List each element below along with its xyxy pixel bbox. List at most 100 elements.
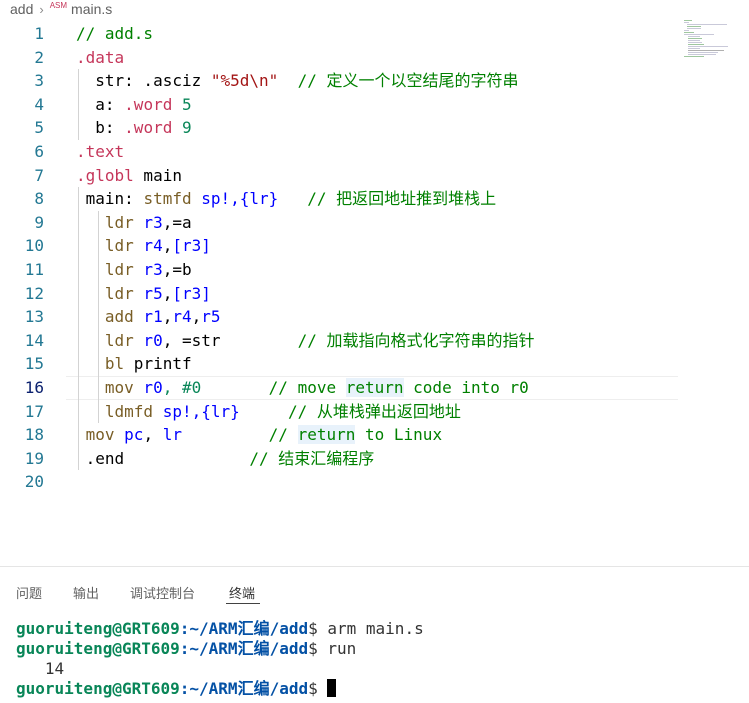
terminal-line: guoruiteng@GRT609:~/ARM汇编/add$	[16, 679, 424, 699]
minimap-line	[687, 28, 701, 29]
line-number: 1	[34, 24, 44, 43]
line-number: 16	[24, 378, 44, 397]
code-token: r5	[133, 283, 163, 303]
code-token: ,	[191, 307, 202, 327]
minimap-line	[688, 40, 700, 41]
code-editor[interactable]: 1 // add.s 2 .data 3 str: .asciz "%5d\n" // …	[0, 20, 749, 500]
code-token: 5	[172, 94, 192, 114]
code-token: ,	[143, 425, 163, 445]
tab-terminal[interactable]: 终端	[229, 583, 255, 602]
tab-problems[interactable]: 问题	[16, 583, 42, 602]
code-text: mov r0, #0 // move return code into r0	[76, 376, 529, 400]
code-text: b: .word 9	[76, 116, 192, 140]
terminal-output: 14	[16, 659, 65, 678]
code-token: ,	[162, 236, 173, 256]
terminal-user: guoruiteng@GRT609	[16, 619, 180, 638]
code-line[interactable]: 2 .data	[0, 46, 749, 70]
code-token: ldr	[76, 260, 134, 279]
code-line[interactable]: 1 // add.s	[0, 22, 749, 46]
line-number: 15	[24, 354, 44, 374]
code-token: r3	[133, 212, 163, 232]
code-token: .word	[124, 94, 173, 114]
code-line[interactable]: 9 ldr r3,=a	[0, 211, 749, 235]
tab-output[interactable]: 输出	[73, 583, 99, 602]
terminal[interactable]: guoruiteng@GRT609:~/ARM汇编/add$ arm main.…	[16, 619, 424, 699]
code-token: // add.s	[76, 24, 154, 43]
line-number: 10	[24, 236, 44, 256]
code-token: return	[345, 378, 404, 397]
code-token: ldr	[76, 283, 134, 303]
code-token: b:	[76, 118, 125, 138]
code-text: add r1,r4,r5	[76, 305, 221, 329]
code-line[interactable]: 15 bl printf	[0, 352, 749, 376]
minimap-line	[688, 54, 716, 55]
code-token: .end	[76, 448, 125, 468]
code-token: sp!,{lr}	[153, 401, 240, 421]
code-token: , #0	[162, 378, 202, 397]
code-line[interactable]: 7 .globl main	[0, 164, 749, 188]
code-line[interactable]: 16 mov r0, #0 // move return code into r…	[0, 376, 749, 400]
asm-file-icon: ASM	[49, 0, 68, 10]
code-line[interactable]: 20	[0, 470, 749, 494]
line-number: 11	[24, 260, 44, 279]
code-token: ldr	[76, 236, 134, 256]
code-token: .data	[76, 47, 125, 67]
code-text: ldr r0, =str // 加载指向格式化字符串的指针	[76, 329, 535, 353]
minimap-line	[688, 46, 728, 47]
line-number: 6	[34, 142, 44, 161]
terminal-command: $	[308, 679, 328, 698]
code-line[interactable]: 3 str: .asciz "%5d\n" // 定义一个以空结尾的字符串	[0, 69, 749, 93]
breadcrumb-file[interactable]: main.s	[71, 1, 112, 17]
code-text: ldr r3,=b	[76, 258, 192, 282]
code-token: lr	[162, 425, 182, 445]
code-line[interactable]: 8 main: stmfd sp!,{lr} // 把返回地址推到堆栈上	[0, 187, 749, 211]
code-text: a: .word 5	[76, 93, 192, 117]
code-line[interactable]: 11 ldr r3,=b	[0, 258, 749, 282]
breadcrumb-folder[interactable]: add	[10, 1, 33, 17]
code-text: .data	[76, 46, 124, 70]
code-text: // add.s	[76, 22, 153, 46]
code-line[interactable]: 5 b: .word 9	[0, 116, 749, 140]
line-number: 8	[34, 189, 44, 209]
code-token: r0	[133, 378, 163, 397]
code-token: // 从堆栈弹出返回地址	[287, 401, 461, 421]
minimap[interactable]	[684, 20, 744, 60]
code-line[interactable]: 19 .end // 结束汇编程序	[0, 447, 749, 471]
line-number: 9	[34, 212, 44, 232]
minimap-line	[687, 26, 701, 27]
code-line[interactable]: 14 ldr r0, =str // 加载指向格式化字符串的指针	[0, 329, 749, 353]
code-token: mov	[76, 425, 115, 445]
minimap-line	[688, 36, 700, 37]
code-token: // move	[268, 378, 346, 397]
line-number: 4	[34, 94, 44, 114]
code-token: a:	[76, 94, 125, 114]
terminal-command: $ arm main.s	[308, 619, 424, 638]
code-line[interactable]: 10 ldr r4,[r3]	[0, 234, 749, 258]
code-token: ,	[162, 307, 173, 327]
code-line[interactable]: 18 mov pc, lr // return to Linux	[0, 423, 749, 447]
code-line[interactable]: 6 .text	[0, 140, 749, 164]
code-line[interactable]: 17 ldmfd sp!,{lr} // 从堆栈弹出返回地址	[0, 400, 749, 424]
terminal-path: :~/ARM汇编/add	[179, 619, 309, 638]
code-token: // 结束汇编程序	[249, 448, 375, 468]
code-token: sp!,{lr}	[191, 189, 279, 209]
code-token: r4	[172, 307, 192, 327]
code-token: pc	[114, 425, 144, 445]
code-line[interactable]: 4 a: .word 5	[0, 93, 749, 117]
line-number: 5	[34, 118, 44, 138]
code-text: ldr r3,=a	[76, 211, 192, 235]
line-number: 20	[24, 472, 44, 492]
code-token: .word	[124, 118, 173, 138]
code-token: 9	[172, 118, 192, 138]
code-token: r1	[133, 307, 163, 327]
code-token: main	[133, 165, 182, 185]
terminal-path: :~/ARM汇编/add	[179, 639, 309, 658]
code-token: [r3]	[172, 283, 211, 303]
code-token: bl	[76, 354, 125, 374]
code-line[interactable]: 13 add r1,r4,r5	[0, 305, 749, 329]
line-number: 17	[24, 401, 44, 421]
tab-debug-console[interactable]: 调试控制台	[130, 583, 195, 602]
line-number: 2	[34, 47, 44, 67]
code-line[interactable]: 12 ldr r5,[r3]	[0, 282, 749, 306]
